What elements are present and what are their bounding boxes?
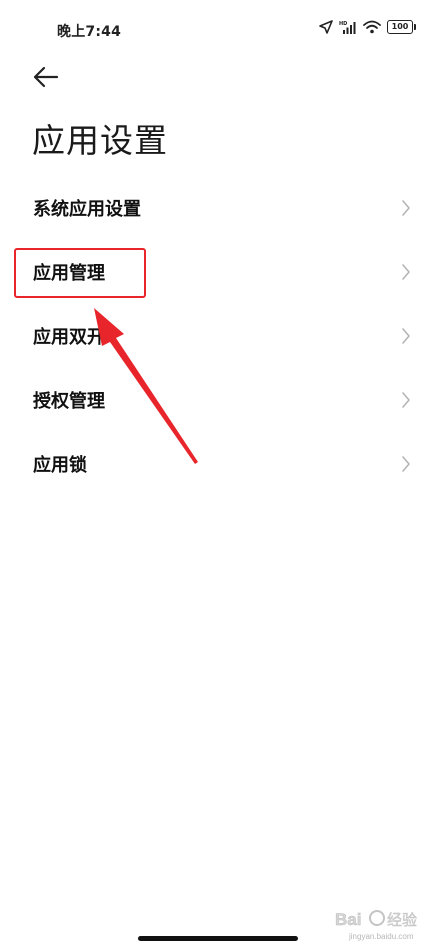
watermark-url: jingyan.baidu.com [348, 932, 414, 941]
battery-icon: 100 [387, 20, 416, 34]
menu-item-label: 应用锁 [33, 455, 87, 476]
chevron-right-icon [402, 200, 410, 216]
svg-text:经验: 经验 [387, 912, 417, 929]
baidu-jingyan-logo: Bai 经验 jingyan.baidu.com [335, 910, 417, 941]
chevron-right-icon [402, 328, 410, 344]
chevron-right-icon [402, 392, 410, 408]
chevron-right-icon [402, 456, 410, 472]
battery-level: 100 [391, 22, 409, 31]
chevron-right-icon [402, 264, 410, 280]
menu-item-dual-apps[interactable]: 应用双开 [0, 304, 441, 368]
wifi-icon [363, 20, 381, 34]
status-icons: HD 100 [319, 20, 416, 34]
home-indicator[interactable] [138, 936, 298, 941]
page-title: 应用设置 [32, 121, 168, 160]
status-bar: 晚上7:44 HD 100 [0, 0, 441, 58]
status-time: 晚上7:44 [57, 24, 122, 40]
menu-item-permissions[interactable]: 授权管理 [0, 368, 441, 432]
svg-text:HD: HD [339, 21, 347, 27]
menu-item-label: 应用双开 [33, 327, 105, 348]
location-arrow-icon [319, 20, 333, 34]
svg-text:Bai: Bai [335, 910, 361, 929]
back-button[interactable] [30, 62, 64, 92]
settings-menu-list: 系统应用设置 应用管理 应用双开 授权管理 应用锁 [0, 176, 441, 496]
menu-item-label: 应用管理 [33, 263, 105, 284]
menu-item-app-lock[interactable]: 应用锁 [0, 432, 441, 496]
menu-item-label: 授权管理 [33, 391, 105, 412]
arrow-left-icon [33, 66, 59, 88]
menu-item-label: 系统应用设置 [33, 199, 141, 220]
hd-signal-icon: HD [339, 21, 356, 34]
menu-item-app-management[interactable]: 应用管理 [0, 240, 441, 304]
menu-item-system-app-settings[interactable]: 系统应用设置 [0, 176, 441, 240]
